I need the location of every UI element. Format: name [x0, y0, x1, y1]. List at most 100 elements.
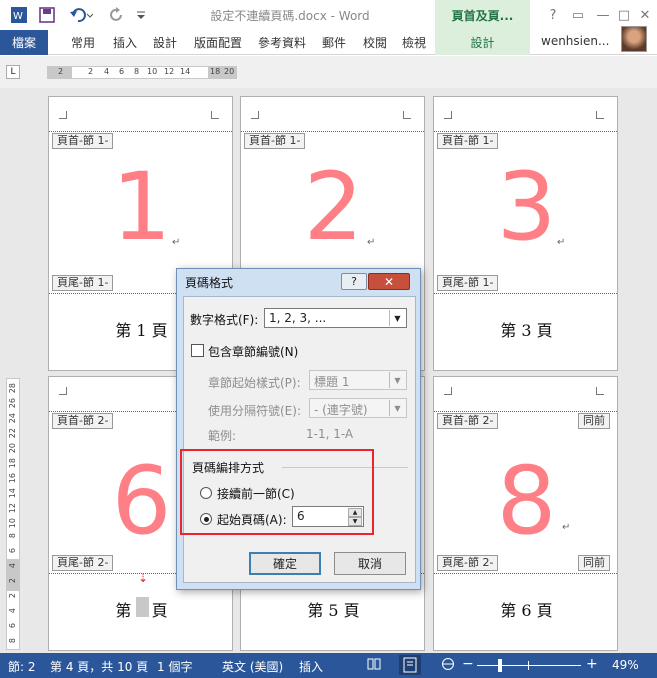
ruler-label: 20 [8, 443, 17, 454]
tab-header-footer-design[interactable]: 設計 [435, 30, 530, 55]
separator-value: - (連字號) [314, 403, 368, 417]
number-format-select[interactable]: 1, 2, 3, ... ▼ [264, 308, 407, 328]
window-title: 設定不連續頁碼.docx - Word [210, 9, 370, 23]
chapter-style-label: 章節起始樣式(P): [208, 376, 301, 390]
ribbon-display-options-button[interactable]: ▭ [567, 4, 589, 26]
customize-qat-icon[interactable] [134, 5, 148, 25]
ruler-label: 8 [8, 638, 17, 644]
status-page[interactable]: 第 4 頁，共 10 頁 [50, 658, 148, 675]
ruler-label: 12 [164, 67, 175, 76]
title-bar: W 設定不連續頁碼.docx - Word 頁首及頁... ? ▭ — □ ✕ [0, 0, 657, 30]
header-section-tag: 頁首-節 1- [244, 133, 306, 149]
cancel-button[interactable]: 取消 [334, 552, 406, 575]
separator-label: 使用分隔符號(E): [208, 404, 301, 418]
tab-review[interactable]: 校閱 [363, 34, 387, 51]
header-section-tag: 頁首-節 2- [52, 413, 114, 429]
zoom-level[interactable]: 49% [612, 658, 639, 672]
tab-home[interactable]: 常用 [71, 34, 95, 51]
tab-selector-button[interactable]: L [6, 65, 20, 79]
svg-text:W: W [13, 11, 23, 22]
footer-section-tag: 頁尾-節 2- [437, 555, 499, 571]
maximize-button[interactable]: □ [613, 4, 635, 26]
ruler-label: 10 [147, 67, 158, 76]
chevron-down-icon[interactable]: ▼ [389, 400, 405, 416]
zoom-out-button[interactable]: − [462, 656, 474, 672]
page-content-number: 3 [496, 153, 557, 262]
dialog-close-button[interactable]: ✕ [368, 273, 410, 290]
dialog-help-button[interactable]: ? [341, 273, 367, 290]
tab-design[interactable]: 設計 [153, 34, 177, 51]
include-chapter-checkbox[interactable] [191, 344, 204, 357]
redo-icon[interactable] [106, 5, 128, 25]
zoom-in-button[interactable]: + [586, 656, 598, 672]
ruler-label: 16 [8, 473, 17, 484]
separator-select[interactable]: - (連字號) ▼ [309, 398, 407, 418]
footer-page-number: 第 3 頁 [500, 321, 553, 340]
paragraph-mark: ↵ [172, 237, 181, 248]
status-language[interactable]: 英文 (美國) [222, 658, 283, 675]
footer-section-tag: 頁尾-節 1- [437, 275, 499, 291]
paragraph-mark: ↵ [557, 237, 566, 248]
tab-layout[interactable]: 版面配置 [194, 34, 242, 51]
status-section[interactable]: 節: 2 [8, 658, 36, 675]
tab-references[interactable]: 參考資料 [258, 34, 306, 51]
help-button[interactable]: ? [542, 4, 564, 26]
ruler-label: 2 [88, 67, 94, 76]
ruler-label: 18 [210, 67, 221, 76]
save-icon[interactable] [36, 5, 58, 25]
chapter-style-select[interactable]: 標題 1 ▼ [309, 370, 407, 390]
status-mode[interactable]: 插入 [299, 658, 323, 675]
chevron-down-icon[interactable]: ▼ [389, 310, 405, 326]
tab-view[interactable]: 檢視 [402, 34, 426, 51]
chevron-down-icon[interactable]: ▼ [389, 372, 405, 388]
ruler-label: 14 [180, 67, 191, 76]
cursor-pointer-arrow: ⇣ [138, 571, 149, 585]
user-name[interactable]: wenhsien... [541, 34, 609, 48]
example-label: 範例: [208, 429, 237, 443]
ruler-label: 4 [8, 608, 17, 614]
page-number-format-dialog: 頁碼格式 ? ✕ 數字格式(F): 1, 2, 3, ... ▼ 包含章節編號(… [176, 268, 421, 590]
status-bar: 節: 2 第 4 頁，共 10 頁 1 個字 英文 (美國) 插入 − + 49… [0, 653, 657, 678]
print-layout-icon[interactable] [399, 655, 421, 675]
ruler-label: 6 [8, 623, 17, 629]
ruler-label: 6 [119, 67, 125, 76]
ribbon-tabs: 檔案 常用 插入 設計 版面配置 參考資料 郵件 校閱 檢視 設計 wenhsi… [0, 30, 657, 55]
status-words[interactable]: 1 個字 [157, 658, 192, 675]
vertical-ruler[interactable]: 28 26 24 22 20 18 16 14 12 10 8 6 4 2 2 4 6 8 [6, 378, 20, 650]
ruler-label: 4 [104, 67, 110, 76]
page-content-number: 1 [111, 153, 172, 262]
close-button[interactable]: ✕ [634, 4, 656, 26]
selected-page-field [136, 597, 149, 617]
avatar[interactable] [621, 26, 647, 52]
tab-insert[interactable]: 插入 [113, 34, 137, 51]
ruler-label: 2 [58, 67, 64, 76]
page-thumbnail[interactable]: 頁首-節 1- 3 ↵ 頁尾-節 1- 第 3 頁 [433, 96, 618, 371]
zoom-slider[interactable] [477, 659, 581, 672]
page-thumbnail[interactable]: 頁首-節 2- 同前 8 ↵ 頁尾-節 2- 同前 第 6 頁 [433, 376, 618, 651]
ruler-label: 14 [8, 488, 17, 499]
example-value: 1-1, 1-A [306, 427, 354, 441]
header-section-tag: 頁首-節 2- [437, 413, 499, 429]
ruler-label: 20 [224, 67, 235, 76]
minimize-button[interactable]: — [592, 4, 614, 26]
ruler-label: 24 [8, 413, 17, 424]
read-mode-icon[interactable] [367, 657, 381, 674]
undo-icon[interactable] [66, 5, 96, 25]
tab-file[interactable]: 檔案 [0, 30, 48, 55]
include-chapter-label[interactable]: 包含章節編號(N) [208, 343, 298, 360]
paragraph-mark: ↵ [562, 522, 571, 533]
web-layout-icon[interactable] [441, 657, 455, 674]
dialog-body: 數字格式(F): 1, 2, 3, ... ▼ 包含章節編號(N) 章節起始樣式… [183, 296, 416, 583]
ruler-label: 2 [8, 593, 17, 599]
page-content-number: 8 [496, 447, 557, 556]
word-logo-icon: W [8, 5, 30, 25]
tab-mailings[interactable]: 郵件 [322, 34, 346, 51]
ruler-label: 22 [8, 428, 17, 439]
same-as-previous-tag: 同前 [578, 413, 610, 429]
zoom-slider-thumb[interactable] [498, 659, 502, 672]
annotation-highlight-box [180, 449, 374, 535]
horizontal-ruler[interactable]: 2 2 4 6 8 10 12 14 18 20 [47, 66, 237, 79]
ruler-label: 8 [134, 67, 140, 76]
ruler-label: 26 [8, 398, 17, 409]
ok-button[interactable]: 確定 [249, 552, 321, 575]
